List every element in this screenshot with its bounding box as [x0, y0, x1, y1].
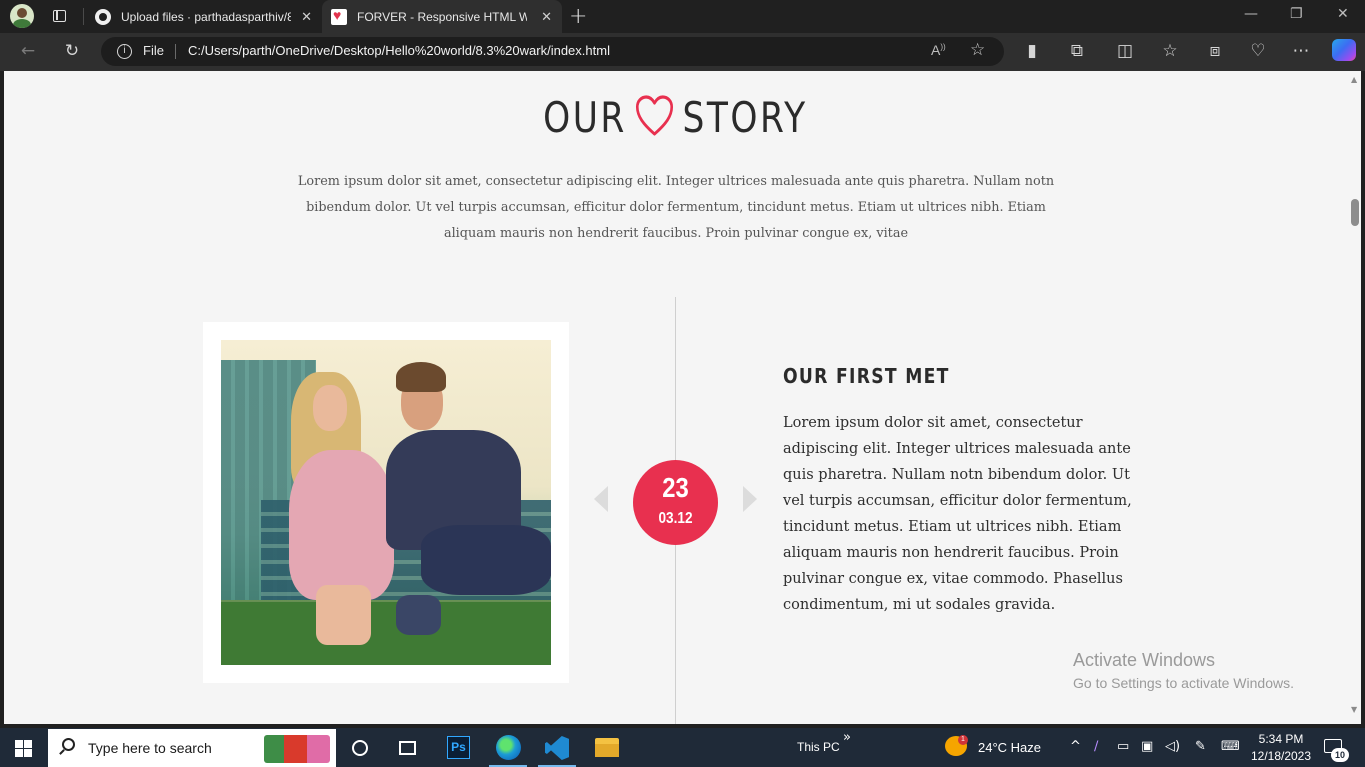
page-viewport: OUR STORY Lorem ipsum dolor sit amet, con…	[4, 71, 1349, 724]
activate-windows-subtitle: Go to Settings to activate Windows.	[1073, 675, 1294, 691]
cortana-icon[interactable]	[352, 740, 368, 756]
scheme-label: File	[143, 43, 164, 58]
taskbar-search[interactable]: Type here to search	[48, 729, 336, 767]
weather-badge: 1	[958, 735, 968, 745]
search-placeholder: Type here to search	[88, 740, 212, 756]
activate-windows-title: Activate Windows	[1073, 650, 1216, 670]
favorite-star-icon[interactable]: ☆	[970, 40, 985, 60]
show-hidden-icons-icon[interactable]: ^	[1070, 739, 1081, 754]
couple-photo	[221, 340, 551, 665]
back-icon[interactable]: ←	[17, 41, 39, 61]
event-month: 03.12	[658, 510, 693, 527]
extensions-icon[interactable]: ⧉	[1066, 41, 1088, 61]
new-tab-icon[interactable]: +	[569, 4, 587, 29]
heart-outline-icon	[636, 95, 674, 136]
battery-icon[interactable]: ▭	[1117, 739, 1129, 754]
notification-count: 10	[1331, 748, 1349, 762]
collections-icon[interactable]: ⧈	[1204, 41, 1226, 61]
network-icon[interactable]: ▣	[1141, 739, 1153, 754]
timeline-arrow-right-icon	[743, 486, 757, 512]
restore-icon[interactable]: ❐	[1290, 6, 1303, 22]
close-tab-icon[interactable]: ✕	[541, 9, 552, 25]
search-highlight-gifts-icon	[264, 735, 330, 763]
this-pc-toolbar[interactable]: This PC	[797, 740, 840, 754]
edge-icon[interactable]	[496, 735, 521, 760]
file-explorer-icon[interactable]	[595, 738, 619, 757]
page-scrollbar[interactable]: ▲ ▼	[1349, 71, 1361, 724]
clock-date: 12/18/2023	[1250, 749, 1312, 763]
volume-icon[interactable]: ◁)	[1165, 739, 1180, 754]
event-title: OUR FIRST MET	[783, 364, 950, 388]
github-icon	[95, 8, 111, 25]
heart-favicon-icon	[331, 7, 347, 25]
system-clock[interactable]: 5:34 PM 12/18/2023	[1250, 731, 1312, 765]
clock-time: 5:34 PM	[1258, 732, 1304, 746]
scroll-thumb[interactable]	[1351, 199, 1359, 226]
windows-taskbar: Type here to search Ps This PC » 1 24°C …	[0, 728, 1365, 767]
browser-toolbar: ← ↻ i File C:/Users/parth/OneDrive/Deskt…	[0, 33, 1365, 71]
browser-essentials-icon[interactable]: ♡	[1247, 41, 1269, 61]
minimize-icon[interactable]: —	[1244, 6, 1258, 22]
activate-windows-watermark: Activate Windows Go to Settings to activ…	[1073, 650, 1294, 691]
section-title: OUR STORY	[125, 93, 1226, 142]
split-screen-icon[interactable]: ◫	[1114, 41, 1136, 61]
scroll-up-icon[interactable]: ▲	[1351, 75, 1357, 84]
address-bar[interactable]: i File C:/Users/parth/OneDrive/Desktop/H…	[101, 37, 1004, 66]
title-left: OUR	[543, 93, 627, 142]
info-icon[interactable]: i	[117, 44, 132, 59]
story-intro: Lorem ipsum dolor sit amet, consectetur …	[297, 174, 1055, 241]
toolbar-chevron-icon[interactable]: »	[843, 730, 851, 745]
more-icon[interactable]: ⋯	[1290, 41, 1312, 61]
address-separator	[175, 44, 176, 59]
event-description: Lorem ipsum dolor sit amet, consectetur …	[783, 415, 1132, 613]
refresh-icon[interactable]: ↻	[61, 41, 83, 61]
search-icon	[62, 738, 75, 751]
weather-text[interactable]: 24°C Haze	[978, 740, 1041, 755]
url-text[interactable]: C:/Users/parth/OneDrive/Desktop/Hello%20…	[188, 43, 610, 58]
tab-strip: Upload files · parthadasparthiv/8 ✕ FORV…	[0, 0, 1365, 33]
vscode-icon[interactable]	[545, 736, 569, 760]
event-day: 23	[662, 472, 689, 503]
extension-t-icon[interactable]: ▮	[1021, 41, 1043, 61]
close-tab-icon[interactable]: ✕	[301, 9, 312, 25]
read-aloud-icon[interactable]: A))	[931, 42, 946, 58]
close-window-icon[interactable]: ✕	[1337, 6, 1349, 22]
copilot-icon[interactable]	[1332, 39, 1356, 61]
tab-title: FORVER - Responsive HTML Wed	[357, 9, 527, 24]
pen-app-icon[interactable]: ∕	[1094, 739, 1098, 754]
favorites-icon[interactable]: ☆	[1159, 41, 1181, 61]
tab-forver-active[interactable]: FORVER - Responsive HTML Wed ✕	[322, 0, 562, 33]
task-view-icon[interactable]	[399, 741, 416, 755]
tab-actions-icon[interactable]	[50, 7, 70, 25]
title-right: STORY	[682, 93, 808, 142]
tab-separator	[83, 8, 84, 25]
photoshop-icon[interactable]: Ps	[447, 736, 470, 759]
pen-workspace-icon[interactable]: ✎	[1195, 739, 1206, 754]
tab-title: Upload files · parthadasparthiv/8	[121, 9, 291, 24]
event-date-badge: 23 03.12	[633, 460, 718, 545]
keyboard-icon[interactable]: ⌨	[1221, 739, 1240, 754]
windows-start-icon[interactable]	[15, 740, 32, 757]
tab-github-upload[interactable]: Upload files · parthadasparthiv/8 ✕	[86, 0, 322, 33]
event-photo-frame	[203, 322, 569, 683]
scroll-down-icon[interactable]: ▼	[1351, 705, 1357, 714]
profile-avatar[interactable]	[10, 4, 34, 28]
timeline-arrow-left-icon	[594, 486, 608, 512]
